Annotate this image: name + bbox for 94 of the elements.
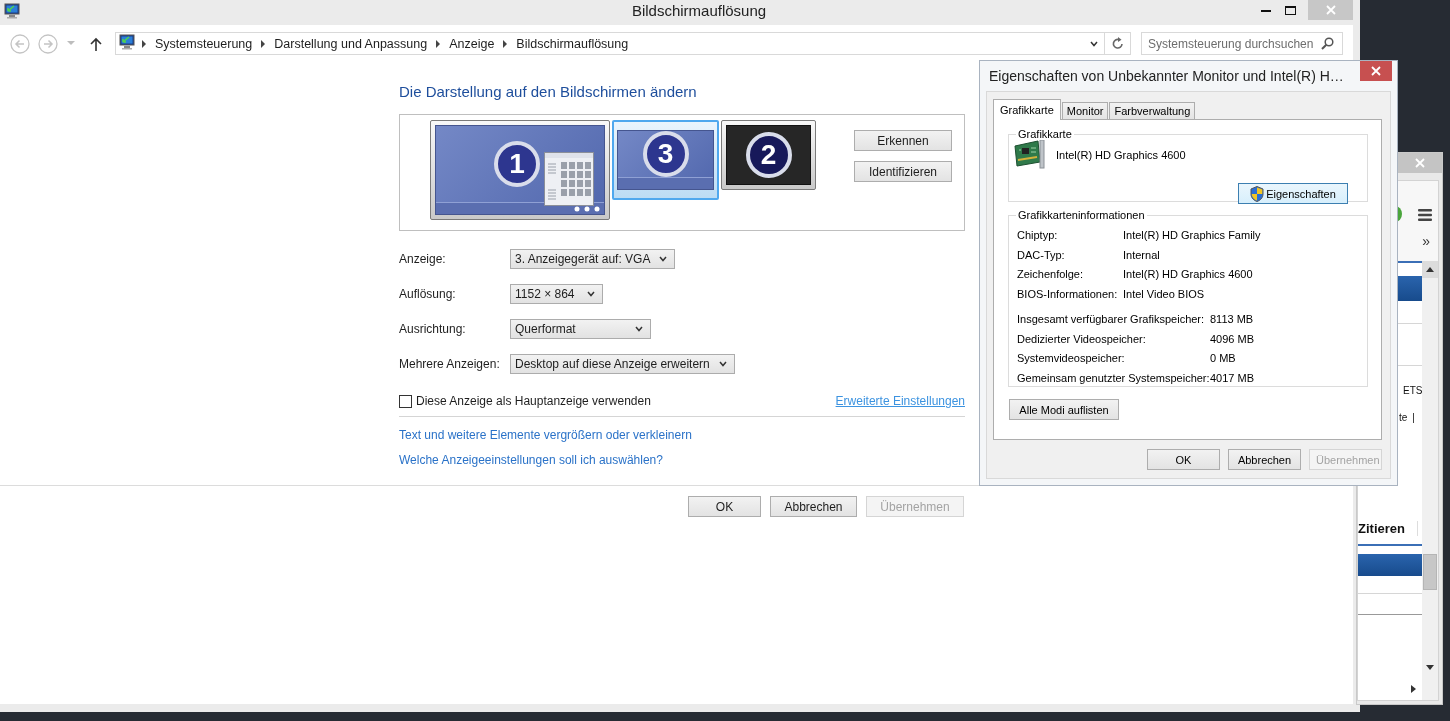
back-icon	[10, 33, 30, 54]
breadcrumb-item[interactable]: Bildschirmauflösung	[516, 36, 629, 51]
dropdown[interactable]: 1152 × 864	[510, 284, 603, 304]
dropdown[interactable]: Querformat	[510, 319, 651, 339]
dropdown[interactable]: Desktop auf diese Anzeige erweitern	[510, 354, 735, 374]
monitor-tile[interactable]: 2	[721, 120, 816, 190]
close-icon	[1371, 66, 1381, 76]
link[interactable]: Welche Anzeigeeinstellungen soll ich auswählen?	[399, 452, 965, 468]
number-badge: 3	[642, 131, 689, 177]
info-value: 4017 MB	[1210, 370, 1256, 385]
info-label: Systemvideospeicher:	[1017, 351, 1126, 366]
up-arrow-icon	[90, 36, 102, 51]
link[interactable]: Text und weitere Elemente vergrößern oder verkleinern	[399, 427, 965, 443]
dialog-title: Eigenschaften von Unbekannter Monitor und Intel(R) H…	[988, 67, 1345, 84]
tab[interactable]: Farbverwaltung	[1109, 102, 1196, 119]
panel-button[interactable]: Identifizieren	[854, 161, 952, 182]
checkbox-label: Diese Anzeige als Hauptanzeige verwenden	[416, 394, 652, 408]
chevron-right-icon	[435, 39, 442, 48]
dialog-button[interactable]: OK	[1147, 449, 1220, 470]
chevron-right-icon	[502, 39, 509, 48]
minimize-icon	[1260, 8, 1271, 12]
monitor-icon	[4, 3, 20, 19]
selected-row	[1358, 554, 1422, 576]
dots-icon	[574, 205, 600, 212]
info-value: 8113 MB	[1210, 312, 1255, 327]
text-fragment: te	[1399, 412, 1408, 423]
chevron-down-icon	[717, 359, 728, 369]
menu-icon	[1418, 209, 1432, 221]
text-fragment: |	[1412, 412, 1415, 423]
info-label: Chiptyp:	[1017, 228, 1059, 243]
chevron-right-icon	[260, 39, 267, 48]
menu-button[interactable]	[1416, 207, 1434, 223]
info-label: Zeichenfolge:	[1017, 267, 1085, 282]
tab[interactable]: Grafikkarte	[993, 99, 1061, 120]
maximize-icon	[1285, 5, 1296, 15]
info-value: 4096 MB	[1210, 331, 1256, 346]
scroll-down-icon	[1426, 665, 1434, 670]
monitor-tile[interactable]: 3	[612, 120, 719, 200]
properties-button[interactable]: Eigenschaften	[1238, 183, 1348, 204]
info-label: BIOS-Informationen:	[1017, 286, 1119, 301]
field-label: Mehrere Anzeigen:	[399, 357, 501, 371]
close-icon	[1325, 5, 1336, 15]
adapter-name: Intel(R) HD Graphics 4600	[1056, 149, 1186, 161]
field-label: Anzeige:	[399, 252, 447, 266]
chevron-down-icon	[658, 254, 669, 264]
close-button[interactable]	[1360, 61, 1392, 81]
monitor-icon	[119, 34, 135, 50]
breadcrumb-item[interactable]: Darstellung und Anpassung	[274, 36, 428, 51]
checkbox[interactable]	[399, 394, 412, 408]
dialog-button[interactable]: OK	[688, 496, 761, 517]
field-label: Ausrichtung:	[399, 322, 467, 336]
tab[interactable]: Monitor	[1061, 102, 1109, 119]
group-title: Grafikkarteninformationen	[1017, 209, 1146, 221]
info-label: Insgesamt verfügbarer Grafikspeicher:	[1017, 312, 1206, 327]
info-value: Internal	[1123, 247, 1161, 262]
info-label: Gemeinsam genutzter Systemspeicher:	[1017, 370, 1210, 385]
chevron-right-icon	[141, 39, 147, 48]
info-value: Intel(R) HD Graphics Family	[1123, 228, 1262, 243]
scroll-right-icon	[1411, 685, 1416, 693]
dialog-button[interactable]: Abbrechen	[770, 496, 857, 517]
info-label: DAC-Typ:	[1017, 247, 1066, 262]
scroll-up-icon	[1426, 267, 1434, 272]
close-icon	[1414, 158, 1425, 168]
overflow-button[interactable]: »	[1422, 233, 1430, 249]
monitor-tile[interactable]: 1	[430, 120, 610, 220]
group-title: Grafikkarte	[1017, 128, 1073, 140]
search-icon	[1321, 37, 1334, 50]
dialog-button[interactable]: Abbrechen	[1228, 449, 1301, 470]
chevron-down-icon	[634, 324, 644, 334]
info-value: 0 MB	[1210, 351, 1237, 366]
text-fragment: ETS	[1403, 385, 1423, 396]
number-badge: 1	[494, 141, 540, 187]
page-heading: Die Darstellung auf den Bildschirmen ändern	[399, 83, 698, 101]
breadcrumb-item[interactable]: Anzeige	[449, 36, 495, 51]
list-modes-button[interactable]: Alle Modi auflisten	[1009, 399, 1119, 420]
info-value: Intel Video BIOS	[1123, 286, 1206, 301]
chevron-down-icon	[586, 289, 596, 299]
field-label: Auflösung:	[399, 287, 457, 301]
info-label: Dedizierter Videospeicher:	[1017, 331, 1147, 346]
number-badge: 2	[745, 132, 792, 178]
info-value: Intel(R) HD Graphics 4600	[1123, 267, 1254, 282]
shield-icon	[1250, 185, 1265, 202]
refresh-icon	[1111, 37, 1124, 50]
forward-icon	[38, 33, 58, 54]
breadcrumb-item[interactable]: Systemsteuerung	[155, 36, 253, 51]
panel-button[interactable]: Erkennen	[854, 130, 952, 151]
scroll-thumb[interactable]	[1423, 554, 1437, 590]
window-icon	[544, 152, 594, 206]
caret-icon	[67, 41, 75, 46]
tab[interactable]: Zitieren	[1358, 520, 1418, 536]
window-title: Bildschirmauflösung	[630, 1, 768, 21]
search-field[interactable]: Systemsteuerung durchsuchen	[1141, 32, 1343, 55]
dropdown[interactable]: 3. Anzeigegerät auf: VGA	[510, 249, 676, 269]
circuit-board-icon	[1014, 140, 1046, 170]
